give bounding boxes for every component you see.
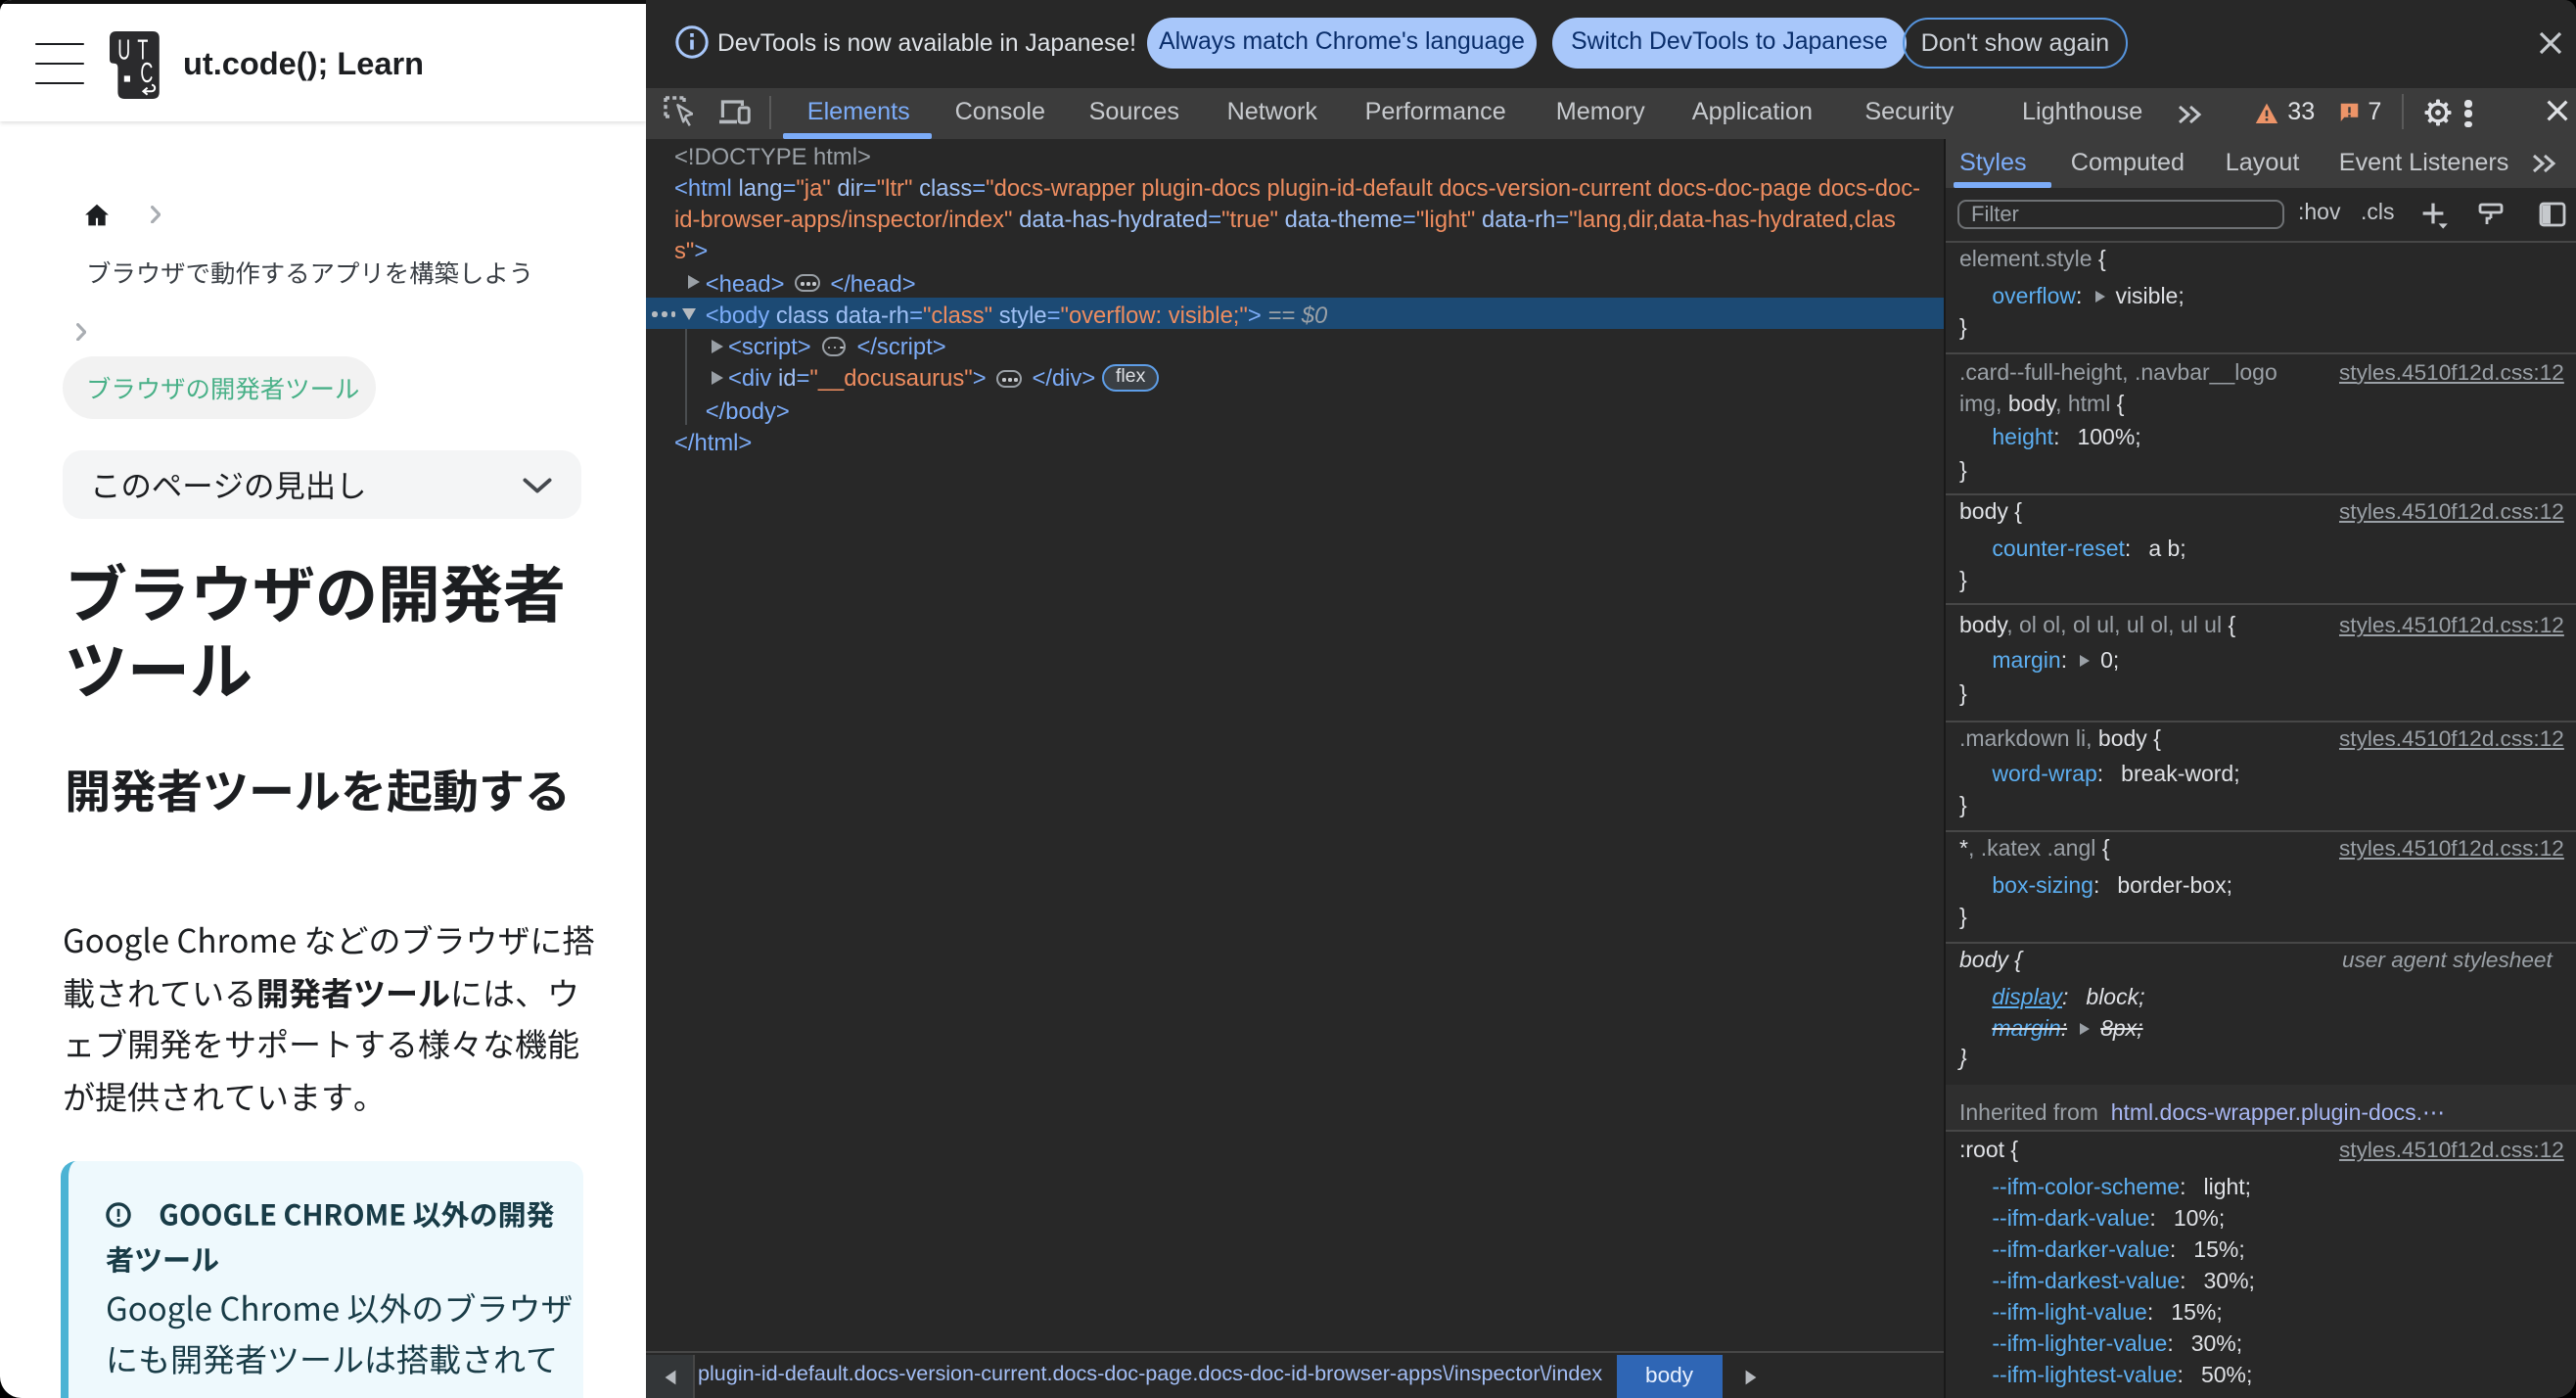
svg-text:C: C	[141, 59, 154, 90]
svg-text:U: U	[118, 35, 131, 67]
